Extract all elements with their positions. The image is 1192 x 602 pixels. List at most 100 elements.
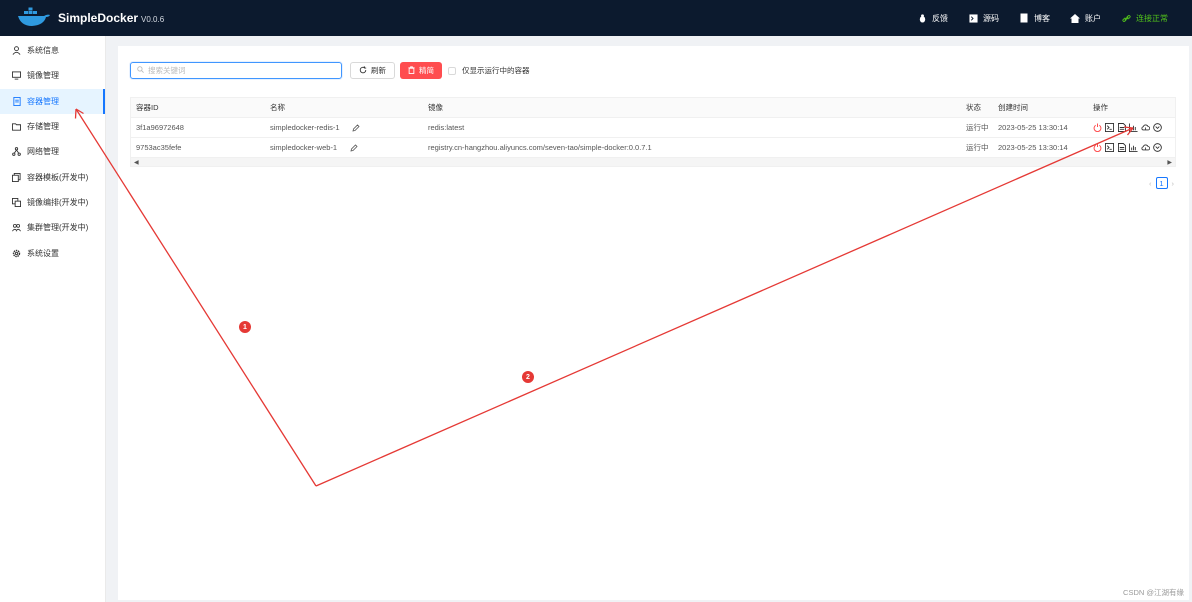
more-icon[interactable]	[1153, 143, 1162, 152]
container-status: 运行中	[966, 143, 989, 152]
container-name: simpledocker-redis-1	[270, 123, 340, 132]
column-header-created: 创建时间	[998, 103, 1028, 112]
sidebar-item-label: 镜像管理	[27, 71, 59, 81]
nav-source[interactable]: 源码	[968, 13, 999, 24]
file-icon	[12, 96, 21, 106]
nav-blog[interactable]: 博客	[1019, 13, 1050, 24]
file-text-icon[interactable]	[1117, 143, 1126, 152]
header-nav: 反馈 源码 博客 账户 连接正常	[917, 0, 1168, 36]
terminal-icon	[968, 13, 978, 23]
home-icon	[1070, 13, 1080, 23]
refresh-icon	[359, 65, 367, 76]
sidebar-item-label: 存储管理	[27, 122, 59, 132]
sidebar-item-container-templates[interactable]: 容器模板(开发中)	[0, 164, 105, 189]
sidebar-item-label: 集群管理(开发中)	[27, 223, 89, 233]
sidebar-item-image-orchestration[interactable]: 镜像编排(开发中)	[0, 190, 105, 215]
stats-icon[interactable]	[1129, 143, 1138, 152]
pagination: ‹ 1 ›	[1149, 177, 1174, 189]
clean-label: 精简	[419, 66, 434, 75]
nav-blog-label: 博客	[1034, 13, 1050, 23]
stats-icon[interactable]	[1129, 123, 1138, 132]
table-row[interactable]: 9753ac35fefe simpledocker-web-1 registry…	[131, 138, 1175, 158]
sidebar-item-label: 系统信息	[27, 46, 59, 56]
more-icon[interactable]	[1153, 123, 1162, 132]
column-header-name: 名称	[270, 103, 285, 112]
edit-icon[interactable]	[352, 123, 360, 132]
container-image: redis:latest	[428, 123, 465, 132]
power-icon[interactable]	[1093, 143, 1102, 152]
sidebar-item-containers[interactable]: 容器管理	[0, 88, 105, 114]
sidebar-item-images[interactable]: 镜像管理	[0, 63, 105, 88]
nav-feedback[interactable]: 反馈	[917, 13, 948, 24]
top-header: SimpleDocker V0.0.6 反馈 源码 博客 账户 连接正常	[0, 0, 1192, 36]
connection-status-label: 连接正常	[1136, 13, 1168, 23]
main-panel: 刷新 精简 仅显示运行中的容器 容器ID 名称 镜像 状态 创建时间 操作 3f…	[118, 46, 1189, 600]
column-header-id: 容器ID	[136, 103, 159, 112]
power-icon[interactable]	[1093, 123, 1102, 132]
only-running-label: 仅显示运行中的容器	[462, 66, 530, 75]
folder-icon	[12, 122, 21, 131]
sidebar-item-storage[interactable]: 存储管理	[0, 114, 105, 139]
docker-whale-icon	[16, 7, 52, 29]
container-id: 9753ac35fefe	[136, 143, 182, 152]
column-header-actions: 操作	[1093, 103, 1108, 112]
next-page-icon[interactable]: ›	[1172, 179, 1175, 188]
cloud-icon[interactable]	[1141, 143, 1150, 152]
file-text-icon[interactable]	[1117, 123, 1126, 132]
sidebar-item-cluster[interactable]: 集群管理(开发中)	[0, 215, 105, 240]
monitor-icon	[12, 71, 21, 80]
container-name: simpledocker-web-1	[270, 143, 338, 152]
horizontal-scrollbar[interactable]: ◀ ▶	[131, 158, 1175, 167]
container-created: 2023-05-25 13:30:14	[998, 123, 1068, 132]
connection-status[interactable]: 连接正常	[1121, 13, 1168, 24]
container-status: 运行中	[966, 123, 989, 132]
annotation-badge-2: 2	[522, 371, 534, 383]
sidebar-item-network[interactable]: 网络管理	[0, 139, 105, 164]
team-icon	[12, 223, 21, 232]
logo[interactable]: SimpleDocker V0.0.6	[16, 7, 164, 29]
sidebar-item-label: 系统设置	[27, 248, 59, 258]
sidebar: 系统信息 镜像管理 容器管理 存储管理 网络管理 容器模板(开发中) 镜像编排(…	[0, 36, 106, 602]
version-label: V0.0.6	[141, 15, 165, 24]
containers-table: 容器ID 名称 镜像 状态 创建时间 操作 3f1a96972648 simpl…	[130, 97, 1176, 167]
edit-icon[interactable]	[350, 143, 358, 152]
clean-button[interactable]: 精简	[400, 62, 442, 79]
search-input[interactable]	[148, 66, 328, 75]
network-icon	[12, 147, 21, 157]
search-icon	[137, 66, 144, 75]
layers-icon	[12, 197, 21, 207]
refresh-label: 刷新	[371, 66, 386, 75]
container-image: registry.cn-hangzhou.aliyuncs.com/seven-…	[428, 143, 652, 152]
terminal-icon[interactable]	[1105, 143, 1114, 152]
page-number[interactable]: 1	[1155, 177, 1168, 189]
user-icon	[12, 46, 21, 55]
cloud-icon[interactable]	[1141, 123, 1150, 132]
gear-icon	[12, 249, 21, 258]
row-actions	[1093, 143, 1162, 152]
prev-page-icon[interactable]: ‹	[1149, 179, 1152, 188]
sidebar-item-settings[interactable]: 系统设置	[0, 240, 105, 265]
trash-icon	[408, 65, 415, 76]
scroll-right-icon[interactable]: ▶	[1167, 159, 1172, 166]
toolbar: 刷新 精简 仅显示运行中的容器	[130, 62, 530, 79]
table-row[interactable]: 3f1a96972648 simpledocker-redis-1 redis:…	[131, 118, 1175, 138]
nav-account-label: 账户	[1085, 13, 1101, 23]
only-running-toggle[interactable]: 仅显示运行中的容器	[448, 65, 530, 76]
only-running-checkbox[interactable]	[448, 66, 456, 75]
watermark: CSDN @江湖有缘	[1123, 588, 1184, 597]
link-icon	[1121, 13, 1131, 23]
sidebar-item-label: 容器管理	[27, 96, 59, 106]
nav-feedback-label: 反馈	[932, 13, 948, 23]
refresh-button[interactable]: 刷新	[350, 62, 395, 79]
brand-name: SimpleDocker	[58, 11, 139, 25]
terminal-icon[interactable]	[1105, 123, 1114, 132]
search-box[interactable]	[130, 62, 342, 79]
nav-account[interactable]: 账户	[1070, 13, 1101, 24]
scroll-left-icon[interactable]: ◀	[134, 159, 139, 166]
nav-source-label: 源码	[983, 13, 999, 23]
sidebar-item-system-info[interactable]: 系统信息	[0, 38, 105, 63]
document-icon	[1019, 13, 1029, 23]
bug-icon	[917, 13, 927, 23]
column-header-status: 状态	[966, 103, 981, 112]
column-header-image: 镜像	[428, 103, 443, 112]
